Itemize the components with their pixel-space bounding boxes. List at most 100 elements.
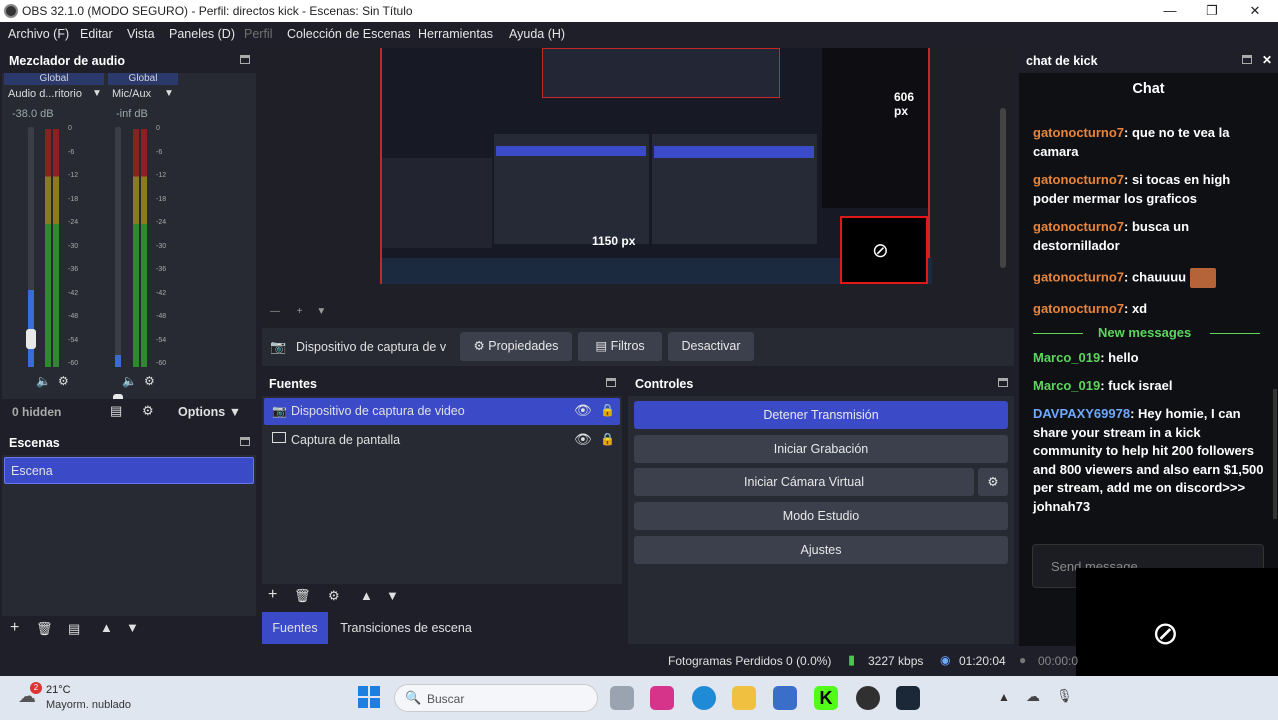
onedrive-icon[interactable]: ☁ [1026,688,1040,705]
speaker-icon[interactable]: 🔈 [122,374,137,388]
stop-stream-button[interactable]: Detener Transmisión [634,401,1008,429]
chat-scrollbar[interactable] [1273,389,1277,519]
menu-editar[interactable]: Editar [80,27,113,41]
scene-item[interactable]: Escena [4,457,254,484]
preview-scrollbar[interactable] [1000,108,1006,268]
ch1-volume-handle[interactable] [26,329,36,350]
ch2-ticks: 0 -6 -12 -18 -24 -30 -36 -42 -48 -54 -60 [152,125,172,375]
float-icon[interactable] [606,378,616,387]
hidden-count: 0 hidden [12,405,62,419]
mic-icon[interactable]: 🎙 [1056,688,1073,704]
steam-icon[interactable] [896,686,920,710]
float-icon[interactable] [998,378,1008,387]
chevron-down-icon[interactable]: ▼ [386,588,399,603]
chevron-down-icon[interactable]: ▼ [126,620,139,635]
chevron-up-icon[interactable]: ▲ [100,620,113,635]
gear-icon[interactable]: ⚙ [142,403,154,419]
chevron-down-icon[interactable]: ▼ [164,88,174,99]
lock-icon[interactable]: 🔒 [600,432,615,446]
properties-button[interactable]: ⚙ Propiedades [460,332,572,361]
instagram-icon[interactable] [650,686,674,710]
filter-icon[interactable]: ▤ [68,621,80,637]
sources-title: Fuentes [262,372,622,396]
ch2-volume-slider[interactable] [115,127,121,367]
studio-mode-button[interactable]: Modo Estudio [634,502,1008,530]
add-icon[interactable]: + [10,619,19,637]
kick-icon[interactable]: K [814,686,838,710]
bitrate: 3227 kbps [868,654,924,668]
tab-fuentes[interactable]: Fuentes [262,612,328,644]
store-icon[interactable] [773,686,797,710]
virtual-camera-button[interactable]: Iniciar Cámara Virtual [634,468,974,496]
trash-icon[interactable]: 🗑 [294,588,311,604]
speaker-icon[interactable]: 🔈 [36,374,51,388]
close-icon[interactable]: ✕ [1240,2,1270,20]
filters-button[interactable]: ▤ Filtros [578,332,662,361]
menu-bar: Archivo (F) Editar Vista Paneles (D) Per… [0,22,1278,46]
menu-perfil[interactable]: Perfil [244,27,272,41]
chevron-down-icon[interactable]: ▼ [92,88,102,99]
zoom-controls[interactable]: — + ▼ [270,306,326,317]
gear-icon[interactable]: ⚙ [328,588,340,604]
camera-source-selected[interactable]: ⊘ [840,216,928,284]
source-row[interactable]: Captura de pantalla 👁 🔒 [264,427,620,454]
gear-icon[interactable]: ⚙ [978,468,1008,496]
start-recording-button[interactable]: Iniciar Grabación [634,435,1008,463]
meter-tick-label: -6 [68,148,75,156]
float-icon[interactable] [1242,55,1252,64]
folder-icon[interactable] [732,686,756,710]
sources-dock: Fuentes 📷 Dispositivo de captura de vide… [262,372,622,644]
nested-preview [542,48,780,98]
mixer-ch2-name[interactable]: Mic/Aux [112,88,151,100]
meter-tick-label: -36 [156,266,167,273]
trash-icon[interactable]: 🗑 [36,621,53,637]
chevron-up-icon[interactable]: ▲ [360,588,373,603]
minimize-icon[interactable]: — [1155,2,1185,20]
menu-vista[interactable]: Vista [127,27,155,41]
meter-tick-label: -12 [68,172,79,179]
settings-button[interactable]: Ajustes [634,536,1008,564]
float-icon[interactable] [240,55,250,64]
lock-icon[interactable]: 🔒 [600,403,615,417]
menu-paneles[interactable]: Paneles (D) [169,27,235,41]
eye-icon[interactable]: 👁 [574,402,592,419]
scenes-title: Escenas [2,431,256,455]
gear-icon[interactable]: ⚙ [144,374,155,388]
menu-coleccion[interactable]: Colección de Escenas [287,27,411,41]
menu-ayuda[interactable]: Ayuda (H) [509,27,565,41]
deactivate-button[interactable]: Desactivar [668,332,754,361]
meter-tick-label: -36 [68,266,79,273]
gear-icon[interactable]: ⚙ [58,374,69,388]
weather-temp: 21°C [46,684,71,696]
menu-herramientas[interactable]: Herramientas [418,27,493,41]
stream-time: 01:20:04 [959,654,1006,668]
status-bar: Fotogramas Perdidos 0 (0.0%) ▮ 3227 kbps… [0,646,1078,676]
layout-icon[interactable]: ▤ [110,403,122,419]
scenes-dock: Escenas Escena + 🗑 ▤ ▲ ▼ [2,431,256,644]
source-row[interactable]: 📷 Dispositivo de captura de video 👁 🔒 [264,398,620,425]
ch2-volume-fill [115,355,121,367]
mixer-ch1-tag: Global [4,73,104,85]
options-button[interactable]: Options ▼ [178,405,241,419]
width-label: 1150 px [592,234,636,248]
tab-transiciones[interactable]: Transiciones de escena [334,612,478,644]
maximize-icon[interactable]: ❐ [1197,2,1227,20]
taskbar-search[interactable]: 🔍 Buscar [394,684,598,712]
mixer-ch1-name[interactable]: Audio d...ritorio [8,88,82,100]
tray-chevron-icon[interactable]: ▲ [998,690,1010,704]
eye-icon[interactable]: 👁 [574,431,592,448]
chat-dock-title: chat de kick ✕ [1019,49,1278,73]
meter-tick-label: -24 [156,219,167,226]
float-icon[interactable] [240,437,250,446]
meter-tick-label: -12 [156,172,167,179]
close-icon[interactable]: ✕ [1262,53,1272,67]
taskview-icon[interactable] [610,686,634,710]
windows-start-icon[interactable] [358,686,380,708]
menu-archivo[interactable]: Archivo (F) [8,27,69,41]
add-icon[interactable]: + [268,586,277,604]
preview-area[interactable]: 1150 px 606 px ⊘ — + ▼ [262,48,1014,322]
edge-icon[interactable] [692,686,716,710]
ch2-meter-right [141,129,147,367]
meter-tick-label: 0 [156,125,160,132]
obs-taskbar-icon[interactable] [856,686,880,710]
